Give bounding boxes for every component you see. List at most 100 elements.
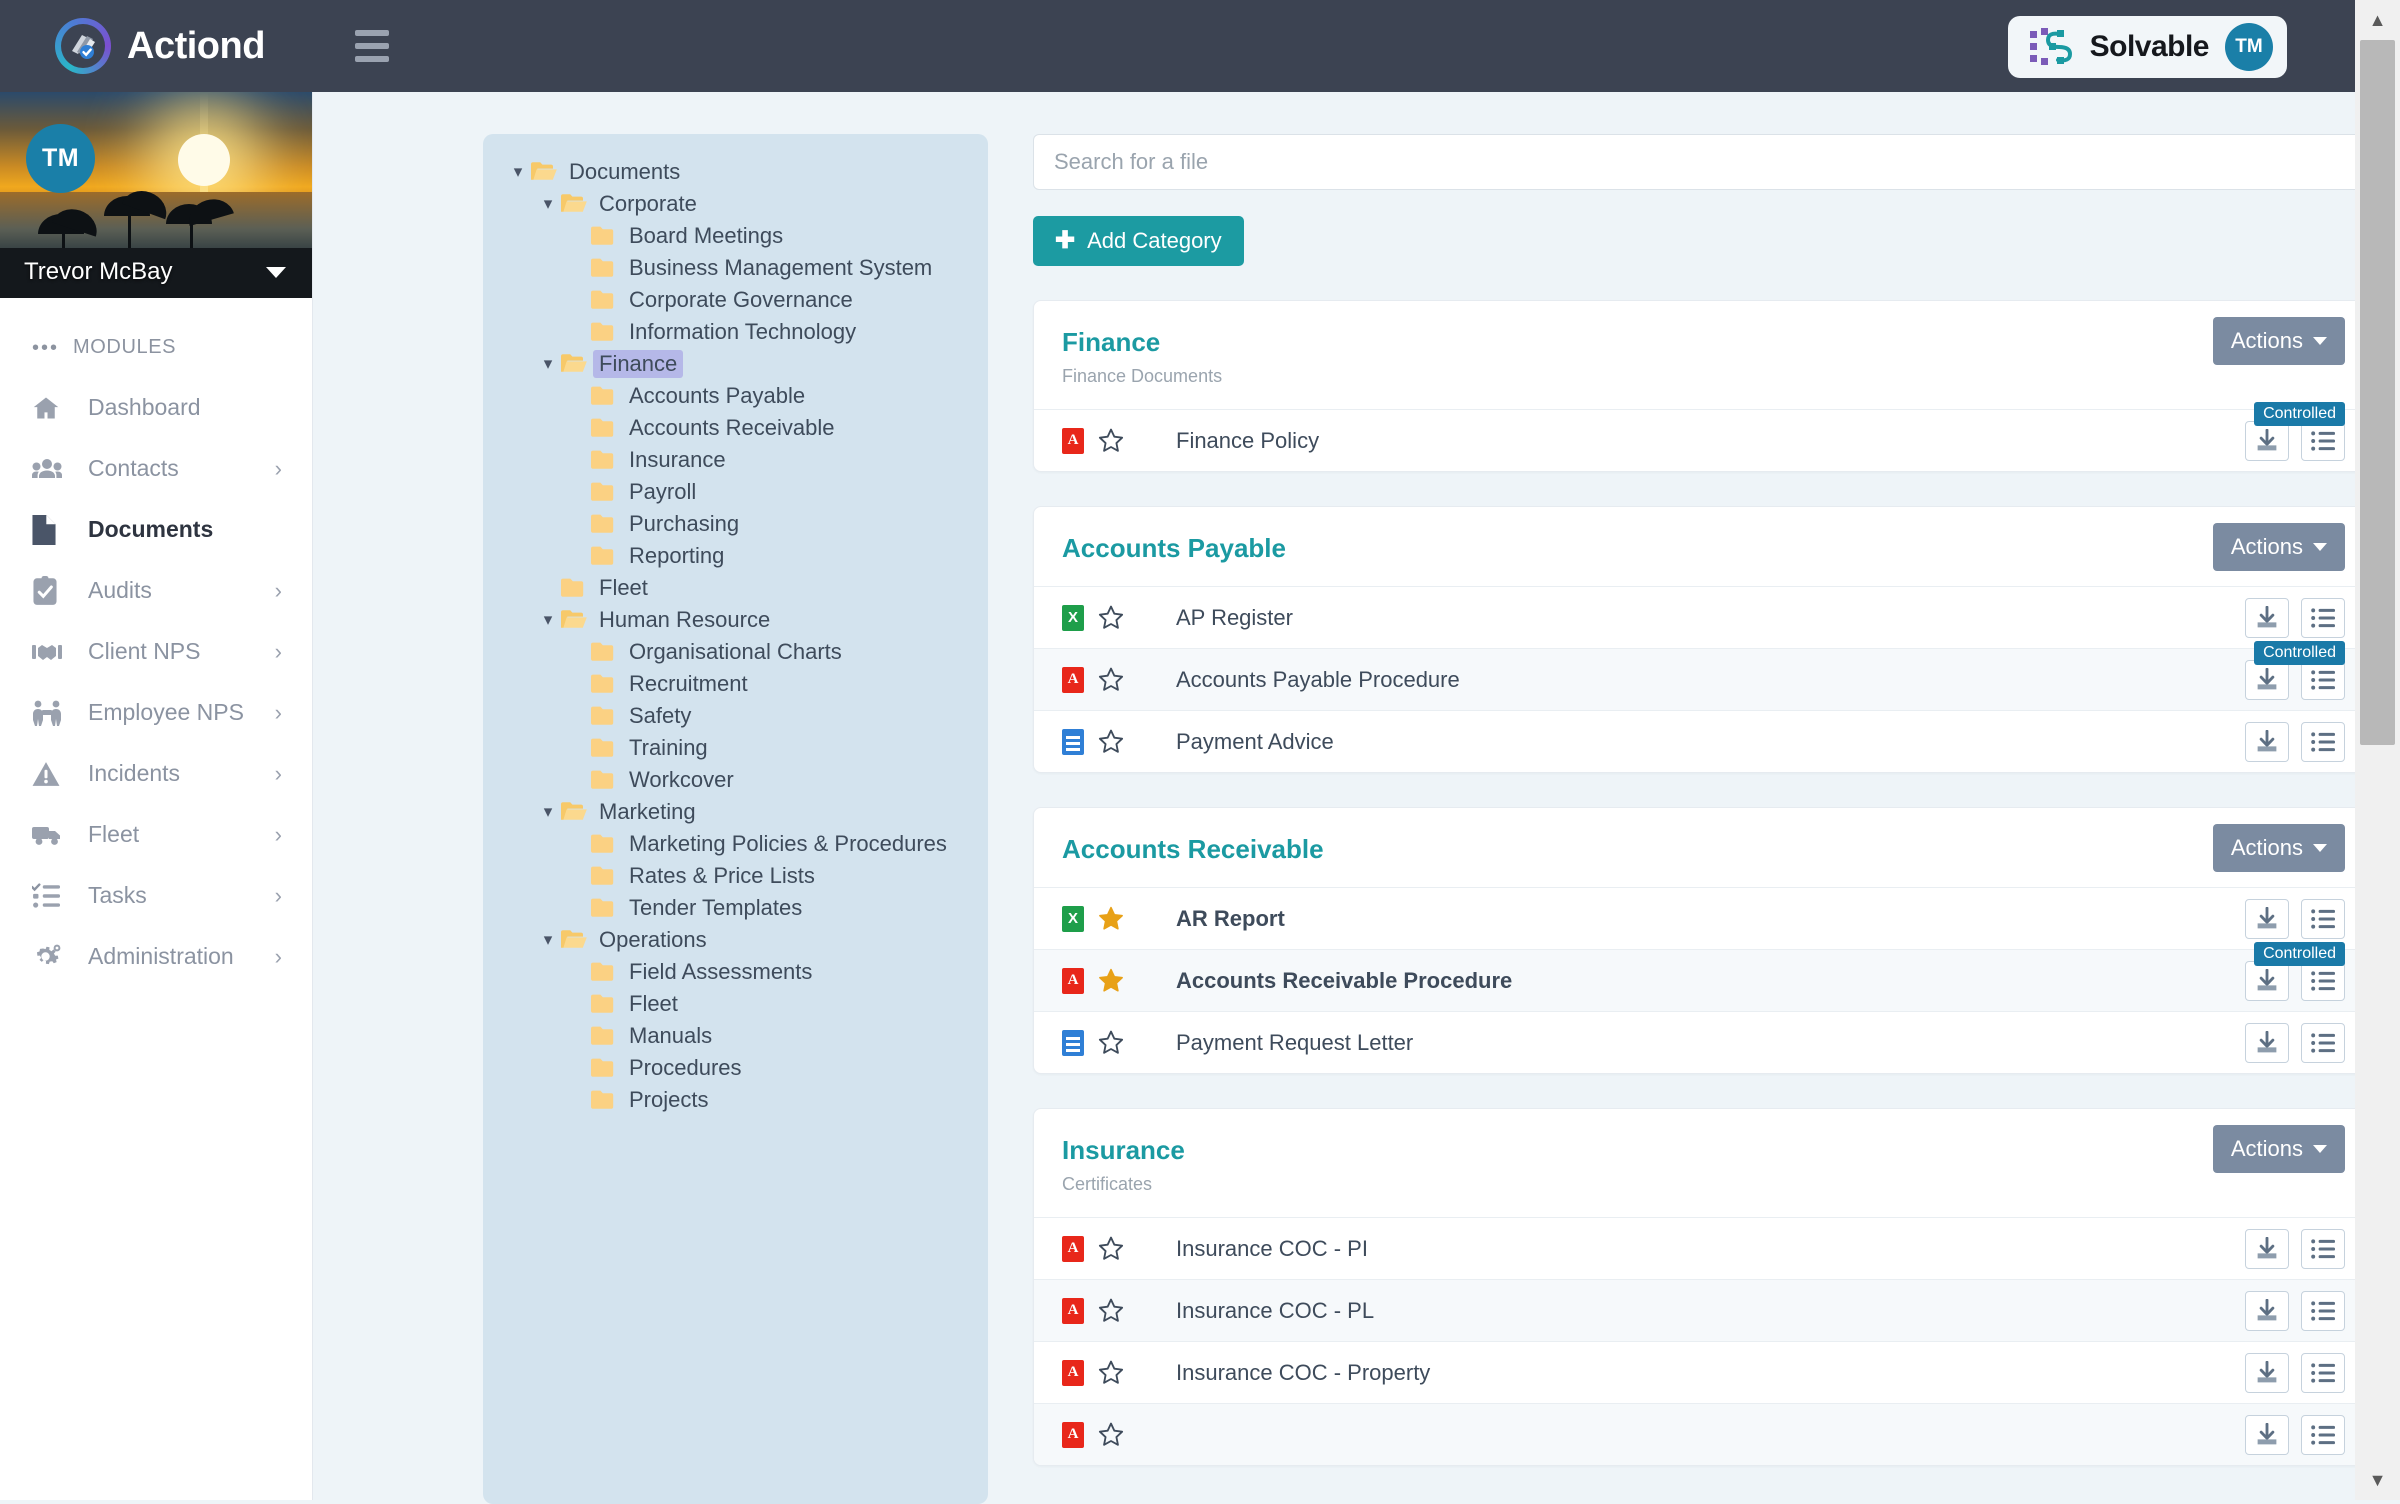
tree-node-operations[interactable]: ▾Operations [483,924,988,956]
star-outline-icon[interactable] [1098,605,1132,630]
star-outline-icon[interactable] [1098,1422,1132,1447]
profile-header[interactable]: TM Trevor McBay [0,92,312,298]
file-row[interactable]: Payment Request Letter [1034,1011,2367,1073]
tree-node-finance[interactable]: ▾Finance [483,348,988,380]
app-brand[interactable]: Actiond [55,18,265,74]
details-list-icon[interactable] [2301,899,2345,939]
scroll-down-icon[interactable]: ▼ [2355,1460,2400,1500]
file-row[interactable]: Payment Advice [1034,710,2367,772]
sidebar-item-dashboard[interactable]: Dashboard [0,377,312,438]
tree-node-training[interactable]: Training [483,732,988,764]
file-row[interactable]: XAP Register [1034,586,2367,648]
tree-node-board-meetings[interactable]: Board Meetings [483,220,988,252]
tree-node-reporting[interactable]: Reporting [483,540,988,572]
chevron-down-icon[interactable] [266,267,286,278]
hamburger-icon[interactable] [355,30,389,62]
tree-node-projects[interactable]: Projects [483,1084,988,1116]
tree-node-procedures[interactable]: Procedures [483,1052,988,1084]
download-icon[interactable] [2245,961,2289,1001]
download-icon[interactable] [2245,1023,2289,1063]
tree-node-payroll[interactable]: Payroll [483,476,988,508]
actions-button[interactable]: Actions [2213,317,2345,365]
sidebar-item-documents[interactable]: Documents [0,499,312,560]
details-list-icon[interactable] [2301,421,2345,461]
file-row[interactable]: XAR Report [1034,887,2367,949]
tree-node-field-assessments[interactable]: Field Assessments [483,956,988,988]
file-row[interactable]: AAccounts Payable ProcedureControlled [1034,648,2367,710]
actions-button[interactable]: Actions [2213,824,2345,872]
tree-node-rates-price-lists[interactable]: Rates & Price Lists [483,860,988,892]
details-list-icon[interactable] [2301,1353,2345,1393]
sidebar-item-administration[interactable]: Administration› [0,926,312,987]
avatar[interactable]: TM [26,124,95,193]
download-icon[interactable] [2245,1415,2289,1455]
search-input[interactable] [1033,134,2368,190]
tree-node-corporate-governance[interactable]: Corporate Governance [483,284,988,316]
tree-node-manuals[interactable]: Manuals [483,1020,988,1052]
details-list-icon[interactable] [2301,1229,2345,1269]
download-icon[interactable] [2245,1229,2289,1269]
details-list-icon[interactable] [2301,598,2345,638]
star-filled-icon[interactable] [1098,906,1132,931]
download-icon[interactable] [2245,899,2289,939]
tree-node-business-management-system[interactable]: Business Management System [483,252,988,284]
tree-node-recruitment[interactable]: Recruitment [483,668,988,700]
tree-node-accounts-receivable[interactable]: Accounts Receivable [483,412,988,444]
add-category-button[interactable]: ✚ Add Category [1033,216,1244,266]
details-list-icon[interactable] [2301,722,2345,762]
tree-node-corporate[interactable]: ▾Corporate [483,188,988,220]
tree-node-purchasing[interactable]: Purchasing [483,508,988,540]
scrollbar-thumb[interactable] [2360,40,2395,745]
chevron-down-icon[interactable]: ▾ [535,930,561,950]
download-icon[interactable] [2245,1291,2289,1331]
tree-node-fleet[interactable]: Fleet [483,988,988,1020]
scroll-up-icon[interactable]: ▲ [2355,0,2400,40]
chevron-down-icon[interactable]: ▾ [505,162,531,182]
chevron-down-icon[interactable]: ▾ [535,610,561,630]
download-icon[interactable] [2245,1353,2289,1393]
tree-node-fleet[interactable]: Fleet [483,572,988,604]
tree-node-safety[interactable]: Safety [483,700,988,732]
tree-node-documents[interactable]: ▾Documents [483,156,988,188]
star-outline-icon[interactable] [1098,1236,1132,1261]
tree-node-tender-templates[interactable]: Tender Templates [483,892,988,924]
file-row[interactable]: AInsurance COC - PI [1034,1217,2367,1279]
details-list-icon[interactable] [2301,1291,2345,1331]
chevron-down-icon[interactable]: ▾ [535,194,561,214]
actions-button[interactable]: Actions [2213,523,2345,571]
file-row[interactable]: A [1034,1403,2367,1465]
file-row[interactable]: AInsurance COC - PL [1034,1279,2367,1341]
sidebar-item-employee-nps[interactable]: Employee NPS› [0,682,312,743]
sidebar-item-tasks[interactable]: Tasks› [0,865,312,926]
file-row[interactable]: AInsurance COC - Property [1034,1341,2367,1403]
star-filled-icon[interactable] [1098,968,1132,993]
sidebar-item-client-nps[interactable]: Client NPS› [0,621,312,682]
tree-node-human-resource[interactable]: ▾Human Resource [483,604,988,636]
actions-button[interactable]: Actions [2213,1125,2345,1173]
tree-node-organisational-charts[interactable]: Organisational Charts [483,636,988,668]
star-outline-icon[interactable] [1098,428,1132,453]
tree-node-workcover[interactable]: Workcover [483,764,988,796]
chevron-down-icon[interactable]: ▾ [535,354,561,374]
tree-node-accounts-payable[interactable]: Accounts Payable [483,380,988,412]
details-list-icon[interactable] [2301,1023,2345,1063]
chevron-down-icon[interactable]: ▾ [535,802,561,822]
tree-node-marketing-policies-procedures[interactable]: Marketing Policies & Procedures [483,828,988,860]
partner-badge[interactable]: Solvable TM [2008,16,2287,78]
tree-node-insurance[interactable]: Insurance [483,444,988,476]
star-outline-icon[interactable] [1098,1298,1132,1323]
details-list-icon[interactable] [2301,961,2345,1001]
star-outline-icon[interactable] [1098,667,1132,692]
download-icon[interactable] [2245,722,2289,762]
download-icon[interactable] [2245,660,2289,700]
download-icon[interactable] [2245,421,2289,461]
sidebar-item-audits[interactable]: Audits› [0,560,312,621]
tree-node-information-technology[interactable]: Information Technology [483,316,988,348]
details-list-icon[interactable] [2301,1415,2345,1455]
star-outline-icon[interactable] [1098,1030,1132,1055]
file-row[interactable]: AAccounts Receivable ProcedureControlled [1034,949,2367,1011]
avatar[interactable]: TM [2225,23,2273,71]
page-scrollbar[interactable]: ▲ ▼ [2355,0,2400,1500]
tree-node-marketing[interactable]: ▾Marketing [483,796,988,828]
sidebar-item-fleet[interactable]: Fleet› [0,804,312,865]
